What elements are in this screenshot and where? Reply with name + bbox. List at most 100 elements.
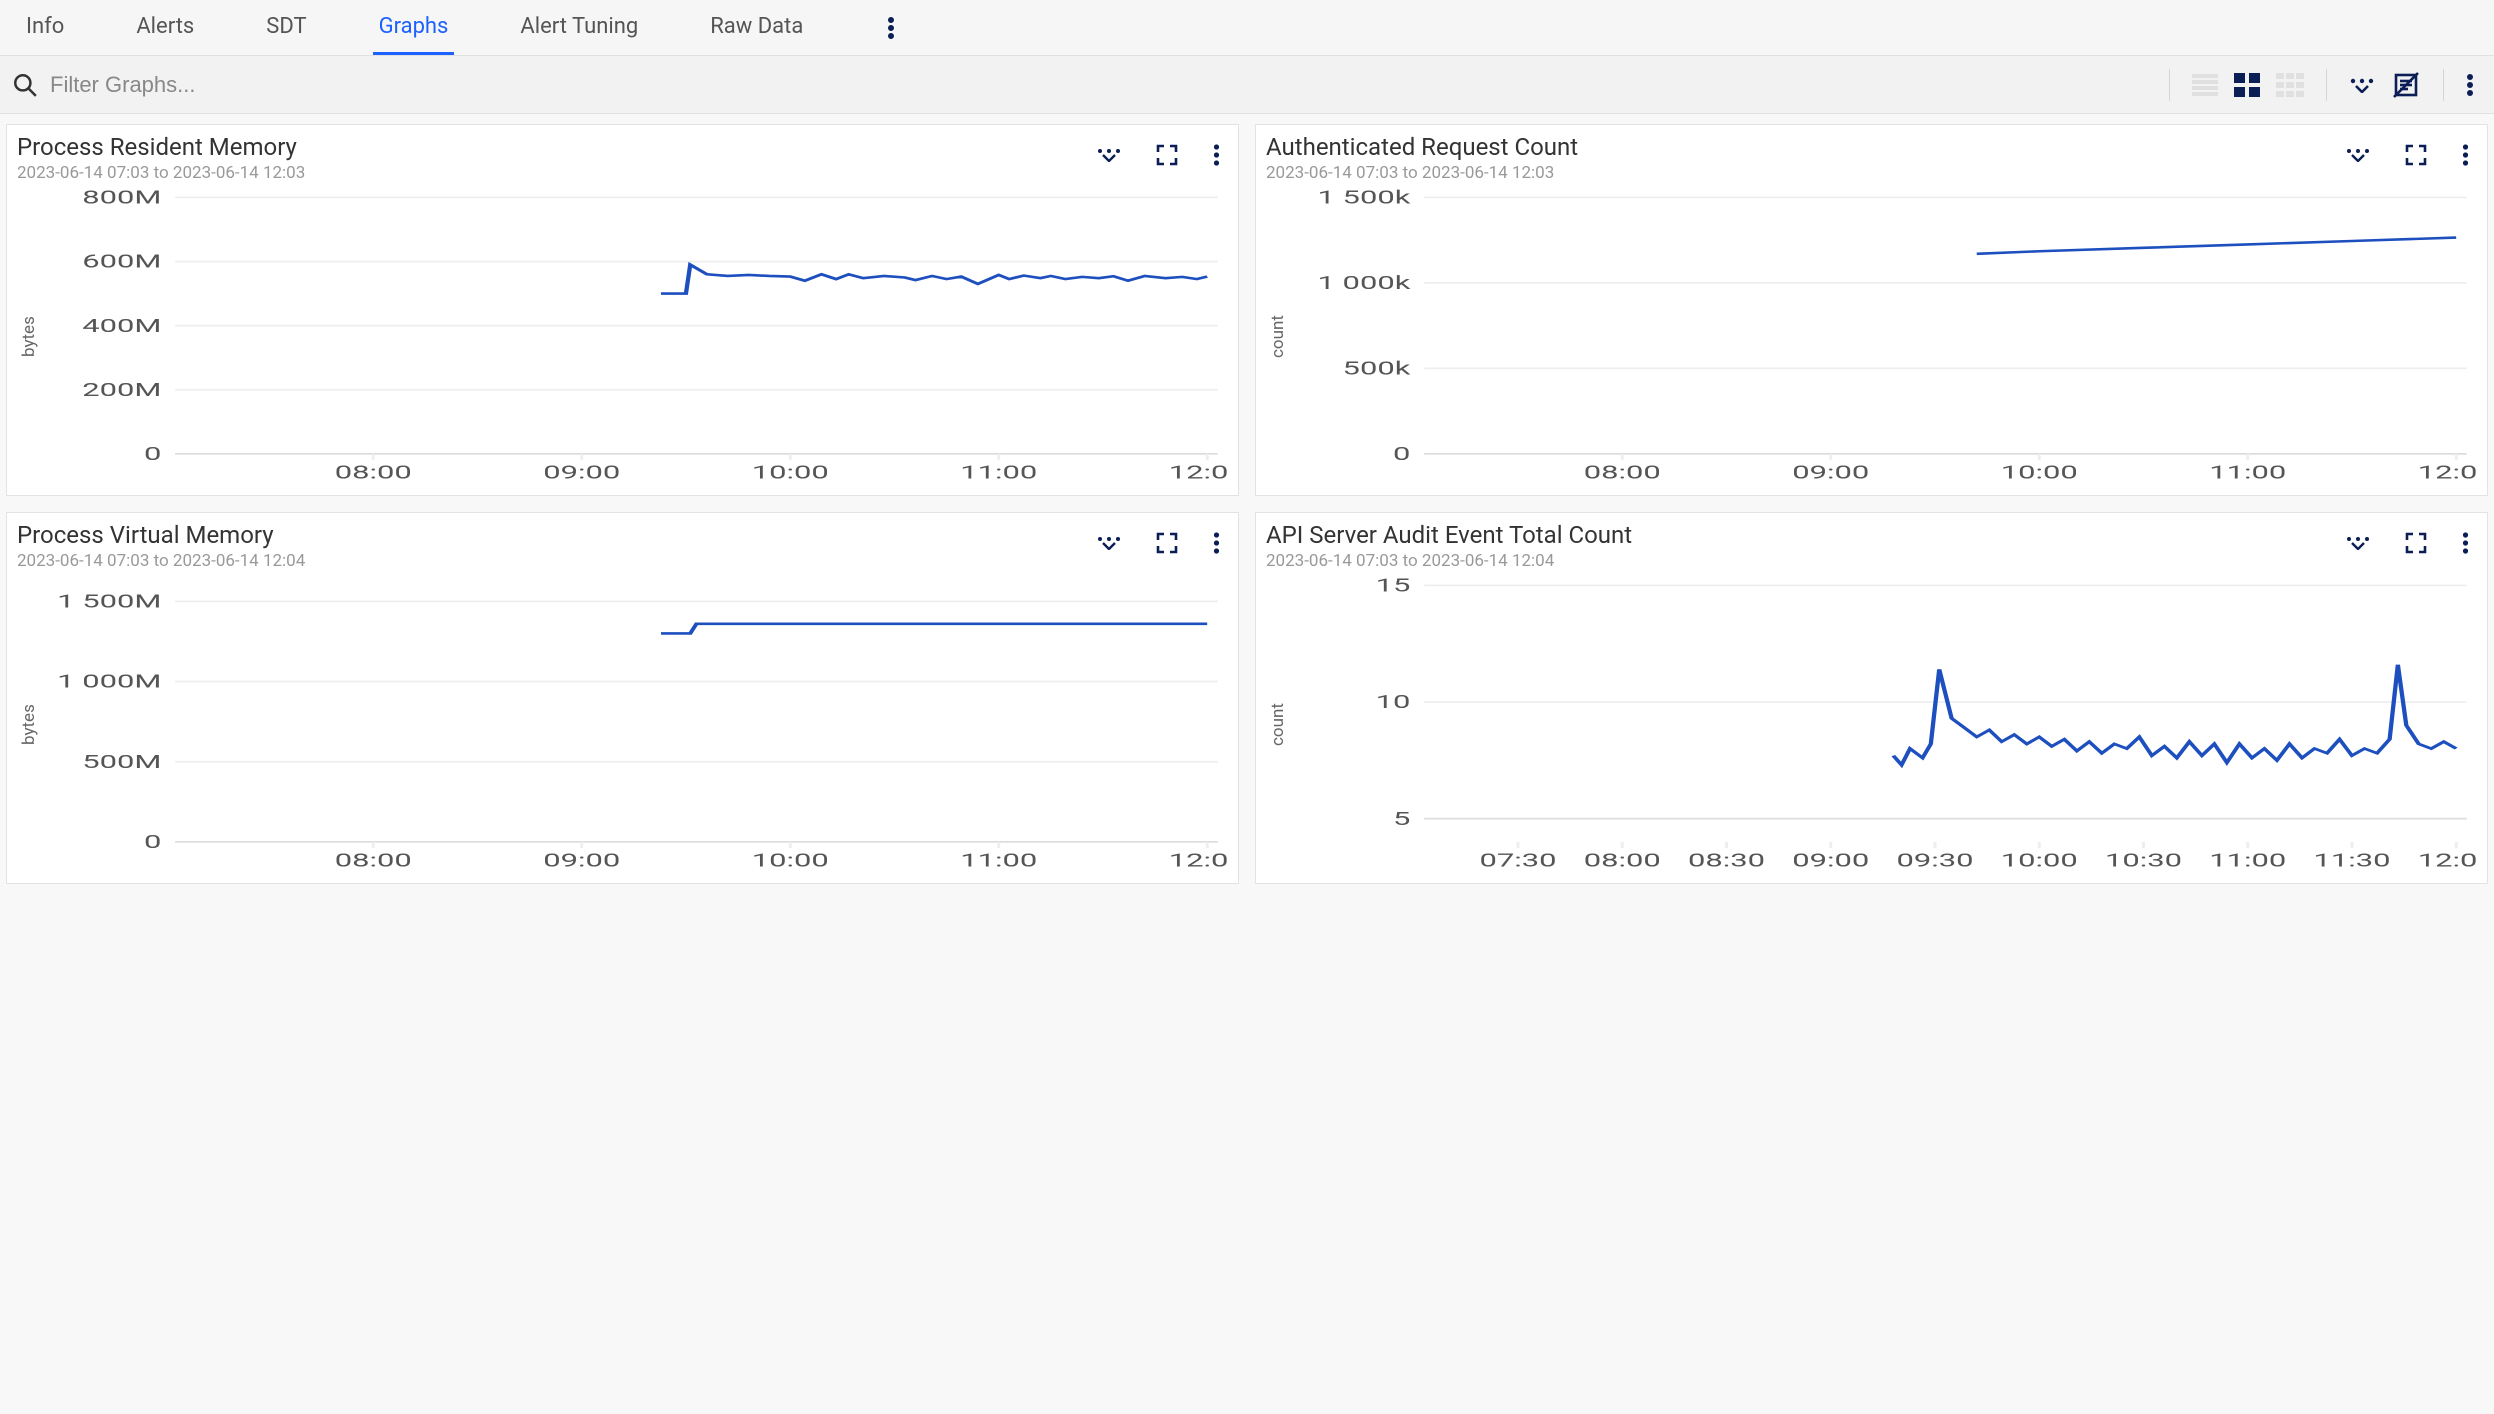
svg-text:10:00: 10:00 — [752, 850, 829, 872]
card-more-button[interactable] — [2454, 140, 2477, 170]
search-icon — [12, 72, 38, 98]
view-grid-2x2-button[interactable] — [2226, 69, 2268, 101]
svg-text:08:00: 08:00 — [1584, 850, 1661, 872]
chart-card: Process Virtual Memory 2023-06-14 07:03 … — [6, 512, 1239, 884]
tab-sdt[interactable]: SDT — [260, 0, 312, 55]
svg-text:10:30: 10:30 — [2105, 850, 2182, 872]
tab-raw-data[interactable]: Raw Data — [704, 0, 809, 55]
expand-all-button[interactable] — [2341, 73, 2383, 97]
card-expand-arrows-button[interactable] — [1089, 144, 1129, 166]
expand-arrows-icon — [1097, 536, 1121, 550]
card-expand-arrows-button[interactable] — [2338, 532, 2378, 554]
view-grid-3x3-button[interactable] — [2268, 69, 2312, 101]
svg-text:1 000k: 1 000k — [1317, 272, 1410, 294]
svg-text:10:00: 10:00 — [752, 462, 829, 484]
svg-text:0: 0 — [144, 443, 161, 465]
view-list-button[interactable] — [2184, 70, 2226, 100]
svg-text:1 500k: 1 500k — [1317, 187, 1410, 209]
charts-grid: Process Resident Memory 2023-06-14 07:03… — [0, 114, 2494, 894]
card-fullscreen-button[interactable] — [2396, 527, 2436, 559]
svg-text:10:00: 10:00 — [2001, 462, 2078, 484]
svg-text:200M: 200M — [82, 379, 161, 401]
chart-card: API Server Audit Event Total Count 2023-… — [1255, 512, 2488, 884]
chart-ylabel: count — [1266, 575, 1290, 875]
chart-card: Process Resident Memory 2023-06-14 07:03… — [6, 124, 1239, 496]
more-vertical-icon — [1213, 532, 1220, 554]
chart-time-range: 2023-06-14 07:03 to 2023-06-14 12:03 — [17, 163, 305, 183]
svg-text:11:00: 11:00 — [960, 850, 1037, 872]
svg-text:11:00: 11:00 — [2209, 850, 2286, 872]
chart-plot[interactable]: 0500k1 000k1 500k08:0009:0010:0011:0012:… — [1290, 187, 2477, 487]
card-fullscreen-button[interactable] — [1147, 139, 1187, 171]
svg-text:11:00: 11:00 — [960, 462, 1037, 484]
chart-plot[interactable]: 0 200M 400M 600M 800M 08:00 09:00 10:00 11:00 12:… — [41, 187, 1228, 487]
svg-text:5: 5 — [1393, 808, 1410, 830]
tab-alerts[interactable]: Alerts — [130, 0, 200, 55]
card-fullscreen-button[interactable] — [2396, 139, 2436, 171]
list-view-icon — [2192, 74, 2218, 96]
card-expand-arrows-button[interactable] — [2338, 144, 2378, 166]
card-more-button[interactable] — [2454, 528, 2477, 558]
grid-2x2-icon — [2234, 73, 2260, 97]
chart-time-range: 2023-06-14 07:03 to 2023-06-14 12:04 — [1266, 551, 1632, 571]
toolbar-more-button[interactable] — [2458, 69, 2482, 101]
tab-alert-tuning[interactable]: Alert Tuning — [514, 0, 644, 55]
more-vertical-icon — [2462, 144, 2469, 166]
more-vertical-icon — [1213, 144, 1220, 166]
grid-3x3-icon — [2276, 73, 2304, 97]
fullscreen-icon — [1155, 143, 1179, 167]
card-expand-arrows-button[interactable] — [1089, 532, 1129, 554]
chart-title: Authenticated Request Count — [1266, 133, 1578, 161]
chart-title: API Server Audit Event Total Count — [1266, 521, 1632, 549]
card-more-button[interactable] — [1205, 140, 1228, 170]
disable-ops-notes-button[interactable] — [2383, 66, 2429, 104]
svg-text:12:00: 12:00 — [1169, 850, 1228, 872]
svg-text:0: 0 — [144, 831, 161, 853]
svg-text:12:00: 12:00 — [2418, 462, 2477, 484]
card-more-button[interactable] — [1205, 528, 1228, 558]
tabs-bar: Info Alerts SDT Graphs Alert Tuning Raw … — [0, 0, 2494, 56]
expand-arrows-icon — [2349, 77, 2375, 93]
svg-text:09:00: 09:00 — [1792, 850, 1869, 872]
tab-info[interactable]: Info — [20, 0, 70, 55]
svg-text:0: 0 — [1393, 443, 1410, 465]
svg-text:09:00: 09:00 — [543, 462, 620, 484]
fullscreen-icon — [1155, 531, 1179, 555]
more-vertical-icon — [2466, 73, 2474, 97]
chart-time-range: 2023-06-14 07:03 to 2023-06-14 12:04 — [17, 551, 305, 571]
tab-graphs[interactable]: Graphs — [373, 0, 455, 55]
tabs-more-button[interactable] — [879, 12, 903, 44]
chart-title: Process Virtual Memory — [17, 521, 305, 549]
chart-plot[interactable]: 0 500M 1 000M 1 500M 08:00 09:00 10:00 11:00 12:… — [41, 575, 1228, 875]
svg-text:09:30: 09:30 — [1896, 850, 1973, 872]
svg-text:09:00: 09:00 — [543, 850, 620, 872]
notes-disabled-icon — [2391, 70, 2421, 100]
more-vertical-icon — [2462, 532, 2469, 554]
svg-text:800M: 800M — [82, 187, 161, 209]
chart-plot[interactable]: 5101507:3008:0008:3009:0009:3010:0010:30… — [1290, 575, 2477, 875]
svg-text:07:30: 07:30 — [1479, 850, 1556, 872]
chart-title: Process Resident Memory — [17, 133, 305, 161]
svg-text:400M: 400M — [82, 315, 161, 337]
svg-text:08:00: 08:00 — [335, 462, 412, 484]
filter-bar — [0, 56, 2494, 114]
filter-graphs-input[interactable] — [48, 71, 448, 99]
chart-ylabel: bytes — [17, 575, 41, 875]
svg-text:08:00: 08:00 — [335, 850, 412, 872]
expand-arrows-icon — [2346, 536, 2370, 550]
svg-text:1 500M: 1 500M — [57, 591, 161, 613]
fullscreen-icon — [2404, 531, 2428, 555]
card-fullscreen-button[interactable] — [1147, 527, 1187, 559]
svg-text:08:00: 08:00 — [1584, 462, 1661, 484]
svg-text:08:30: 08:30 — [1688, 850, 1765, 872]
chart-card: Authenticated Request Count 2023-06-14 0… — [1255, 124, 2488, 496]
chart-time-range: 2023-06-14 07:03 to 2023-06-14 12:03 — [1266, 163, 1578, 183]
svg-text:10:00: 10:00 — [2001, 850, 2078, 872]
svg-text:600M: 600M — [82, 251, 161, 273]
svg-text:12:00: 12:00 — [1169, 462, 1228, 484]
svg-text:1 000M: 1 000M — [57, 671, 161, 693]
chart-ylabel: bytes — [17, 187, 41, 487]
svg-text:500M: 500M — [82, 751, 161, 773]
expand-arrows-icon — [1097, 148, 1121, 162]
chart-ylabel: count — [1266, 187, 1290, 487]
